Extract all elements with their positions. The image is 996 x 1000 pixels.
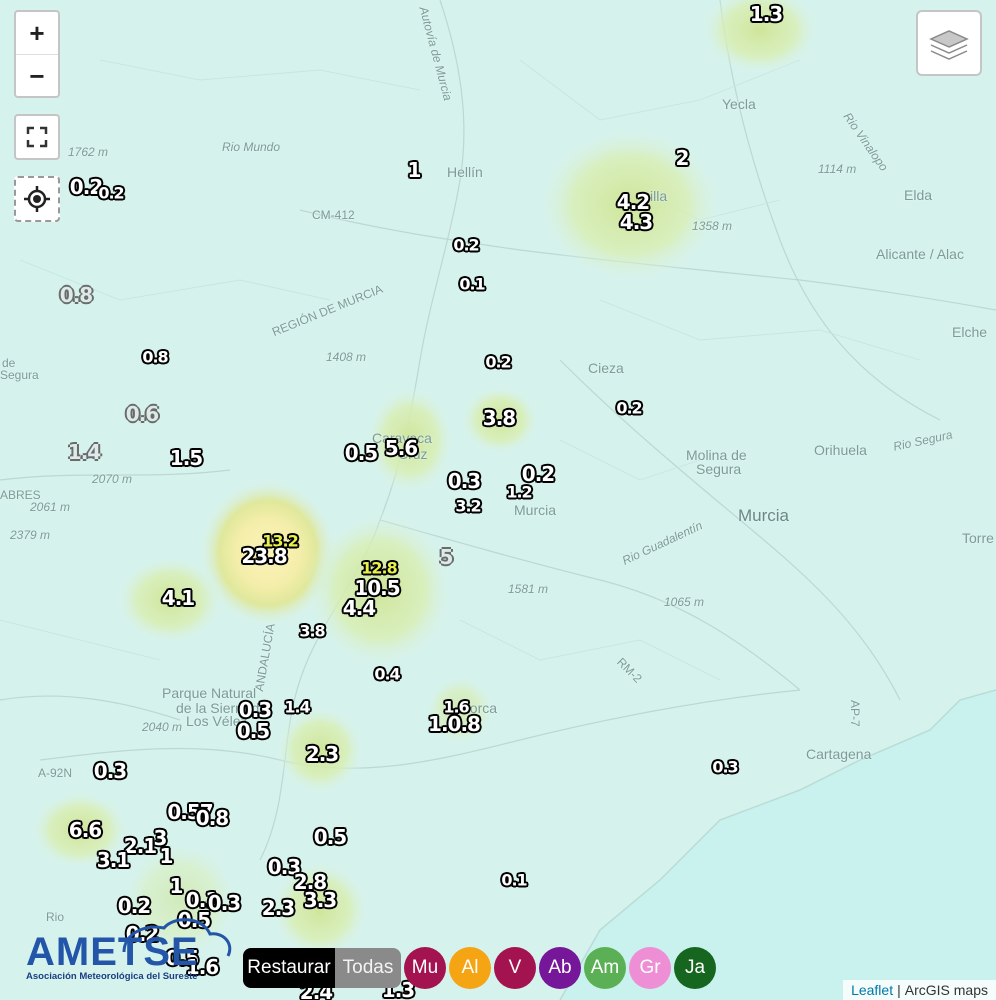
rain-value-marker[interactable]: 0.1	[501, 871, 527, 890]
rain-value-marker[interactable]: 0.3	[208, 891, 241, 915]
place-label: illa	[650, 188, 668, 204]
region-filter-al[interactable]: Al	[449, 947, 491, 989]
place-label: Torre	[962, 530, 994, 546]
rain-value-marker[interactable]: 3.8	[299, 622, 325, 641]
rain-value-marker[interactable]: 3.2	[455, 497, 481, 516]
rain-value-marker[interactable]: 4.1	[162, 586, 195, 610]
place-label: Cieza	[588, 360, 624, 376]
rain-value-marker[interactable]: 0.3	[448, 469, 481, 493]
place-label: 1114 m	[818, 162, 857, 176]
rain-value-marker[interactable]: 23.8	[241, 544, 287, 568]
rain-value-marker[interactable]: 0.4	[374, 665, 400, 684]
place-label: Alicante / Alac	[876, 246, 964, 262]
rain-value-marker[interactable]: 0.2	[485, 353, 511, 372]
rain-value-marker[interactable]: 0.2	[98, 184, 124, 203]
rain-value-marker[interactable]: 0.5	[345, 441, 378, 465]
ametse-logo: AMETSE Asociación Meteorológica del Sure…	[24, 914, 234, 984]
place-label: Murcia	[514, 502, 557, 518]
rain-value-marker[interactable]: 0.3	[712, 758, 738, 777]
rain-value-marker[interactable]: 1	[408, 158, 422, 182]
place-label: 1408 m	[326, 350, 367, 364]
place-label: 2040 m	[142, 720, 183, 734]
region-filter-v[interactable]: V	[494, 947, 536, 989]
rain-value-marker[interactable]: 0.5	[314, 825, 347, 849]
place-label: 1581 m	[508, 582, 549, 596]
zoom-control: + −	[14, 10, 60, 98]
place-label: Cartagena	[806, 746, 872, 762]
region-filter-gr[interactable]: Gr	[629, 947, 671, 989]
place-label: CM-412	[312, 208, 355, 222]
rain-value-marker[interactable]: 0.5	[237, 719, 270, 743]
locate-button[interactable]	[14, 176, 60, 222]
place-label: 1065 m	[664, 595, 705, 609]
layers-icon	[929, 30, 969, 60]
rain-value-marker[interactable]: 1.2	[506, 483, 532, 502]
region-filter-mu[interactable]: Mu	[404, 947, 446, 989]
rain-value-marker[interactable]: 1	[160, 844, 174, 868]
place-label: Segura	[696, 461, 742, 477]
leaflet-link[interactable]: Leaflet	[851, 982, 893, 998]
place-label: Segura	[0, 368, 39, 382]
rain-value-marker[interactable]: 5.6	[385, 436, 418, 460]
rain-value-marker[interactable]: 1	[170, 874, 184, 898]
place-label: Hellín	[447, 164, 483, 180]
rain-value-marker[interactable]: 0.3	[94, 759, 127, 783]
restaurar-button[interactable]: Restaurar	[243, 948, 335, 988]
crosshair-icon	[24, 186, 50, 212]
place-label: Elche	[952, 324, 988, 340]
place-label: AP-7	[848, 700, 862, 727]
place-label: Murcia	[738, 506, 790, 525]
place-label: Yecla	[722, 96, 756, 112]
zoom-out-button[interactable]: −	[16, 55, 58, 97]
place-label: Elda	[904, 187, 933, 203]
rain-value-marker[interactable]: 3.1	[97, 848, 130, 872]
layers-button[interactable]	[916, 10, 982, 76]
region-filter-am[interactable]: Am	[584, 947, 626, 989]
rain-value-marker[interactable]: 0.8	[60, 283, 93, 307]
rain-value-marker[interactable]: 1.0.8	[428, 712, 481, 736]
rain-value-marker[interactable]: 2.3	[262, 896, 295, 920]
place-label: Orihuela	[814, 442, 867, 458]
map-canvas[interactable]: Autovía de Murcia Yecla Hellín Rio Mundo 176…	[0, 0, 996, 1000]
rain-value-marker[interactable]: 2.3	[306, 742, 339, 766]
place-label: A-92N	[38, 766, 73, 780]
region-filter-ab[interactable]: Ab	[539, 947, 581, 989]
rain-value-marker[interactable]: 0.8	[196, 806, 229, 830]
rain-value-marker[interactable]: 4.3	[620, 210, 653, 234]
rain-value-marker[interactable]: 2	[676, 146, 690, 170]
rain-value-marker[interactable]: 1.4	[284, 698, 310, 717]
rain-value-marker[interactable]: 0.8	[142, 348, 168, 367]
rain-value-marker[interactable]: 0.2	[616, 399, 642, 418]
fullscreen-button[interactable]	[14, 114, 60, 160]
rain-value-marker[interactable]: 3.3	[304, 888, 337, 912]
place-label: Rio Mundo	[222, 140, 281, 154]
logo-subtitle: Asociación Meteorológica del Sureste	[26, 971, 198, 982]
rain-value-marker[interactable]: 1.3	[750, 2, 783, 26]
place-label: 1762 m	[68, 145, 109, 159]
rain-value-marker[interactable]: 0.6	[126, 402, 159, 426]
rain-value-marker[interactable]: 12.8	[361, 559, 397, 578]
place-label: 2061 m	[30, 500, 71, 514]
rain-value-marker[interactable]: 4.4	[343, 596, 376, 620]
rain-value-marker[interactable]: 1.5	[170, 446, 203, 470]
place-label: 1358 m	[692, 219, 733, 233]
fullscreen-icon	[26, 126, 48, 148]
region-filter-ja[interactable]: Ja	[674, 947, 716, 989]
rain-value-marker[interactable]: 1.4	[68, 440, 101, 464]
todas-button[interactable]: Todas	[335, 948, 401, 988]
rain-value-marker[interactable]: 0.2	[453, 236, 479, 255]
rain-value-marker[interactable]: 6.6	[69, 818, 102, 842]
place-label: 2070 m	[92, 472, 133, 486]
attribution-separator: |	[897, 982, 901, 998]
attribution-source: ArcGIS maps	[904, 982, 988, 998]
zoom-in-button[interactable]: +	[16, 12, 58, 55]
rain-value-marker[interactable]: 0.1	[459, 275, 485, 294]
place-label: 2379 m	[10, 528, 51, 542]
rain-value-marker[interactable]: 3.8	[483, 406, 516, 430]
logo-name: AMETSE	[26, 930, 199, 974]
map-attribution: Leaflet | ArcGIS maps	[843, 980, 996, 1000]
rain-value-marker[interactable]: 5	[440, 545, 454, 569]
